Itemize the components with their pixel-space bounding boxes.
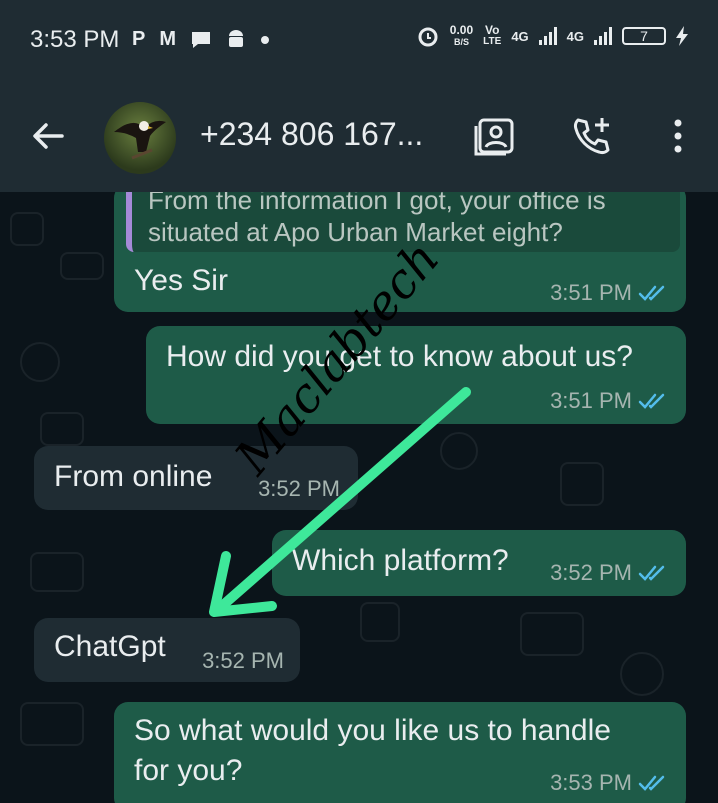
annotation-arrow-icon bbox=[209, 387, 471, 617]
